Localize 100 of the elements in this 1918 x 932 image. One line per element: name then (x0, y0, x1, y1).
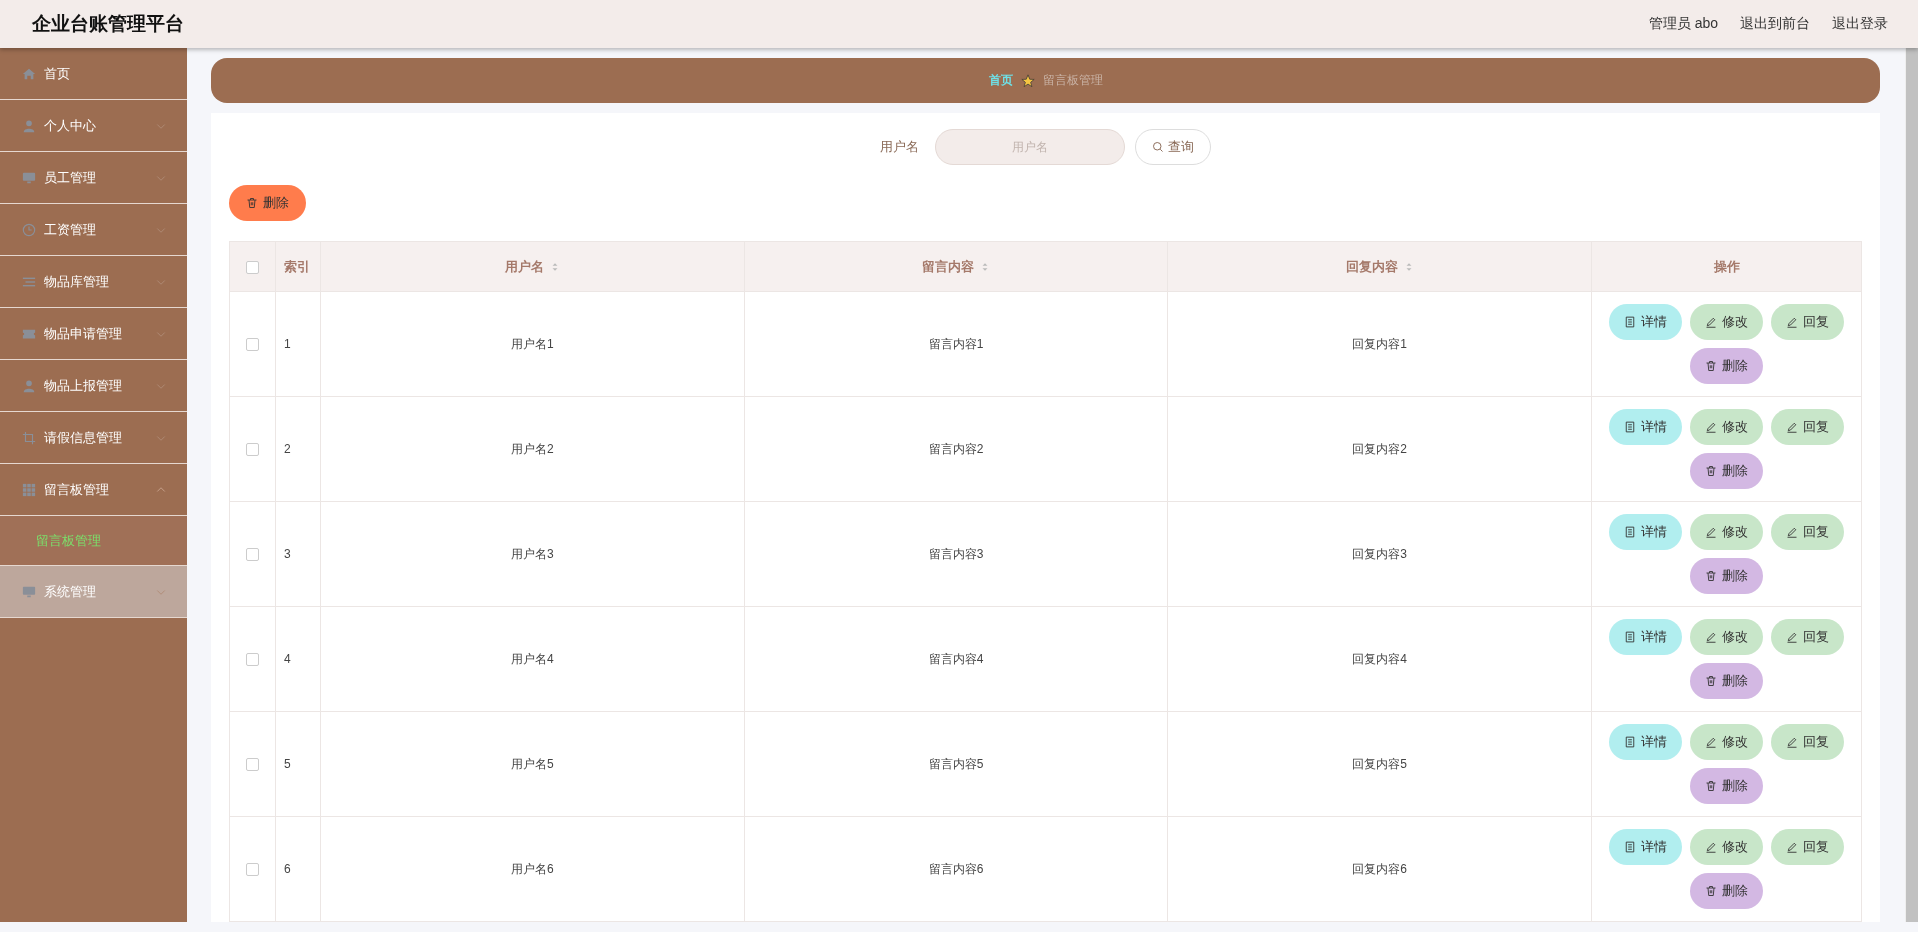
table-cell: 6 (284, 862, 291, 876)
trash-icon (1705, 570, 1717, 582)
table-cell: 回复内容3 (1352, 546, 1407, 561)
trash-icon (1705, 780, 1717, 792)
menu-item[interactable]: 工资管理 (0, 204, 187, 256)
monitor-icon (22, 170, 36, 185)
edit-button[interactable]: 修改 (1690, 409, 1763, 445)
table-cell: 用户名6 (511, 861, 554, 876)
column-header: 操作 (1713, 257, 1740, 276)
detail-button[interactable]: 详情 (1609, 619, 1682, 655)
checkbox[interactable] (246, 758, 259, 772)
table-cell: 用户名2 (511, 441, 554, 456)
delete-button[interactable]: 删除 (1690, 768, 1763, 804)
detail-button[interactable]: 详情 (1609, 304, 1682, 340)
menu-item[interactable]: 物品申请管理 (0, 308, 187, 360)
detail-button[interactable]: 详情 (1609, 829, 1682, 865)
pencil-icon (1786, 316, 1798, 328)
trash-icon (1705, 465, 1717, 477)
pencil-icon (1705, 316, 1717, 328)
table-cell: 回复内容6 (1352, 861, 1407, 876)
pencil-icon (1786, 841, 1798, 853)
menu-item[interactable]: 物品库管理 (0, 256, 187, 308)
reply-button[interactable]: 回复 (1771, 829, 1844, 865)
table-cell: 留言内容2 (928, 441, 984, 456)
reply-button[interactable]: 回复 (1771, 304, 1844, 340)
header-link[interactable]: 退出到前台 (1740, 15, 1810, 33)
detail-button[interactable]: 详情 (1609, 514, 1682, 550)
menu-item[interactable]: 个人中心 (0, 100, 187, 152)
checkbox[interactable] (246, 863, 259, 877)
delete-button[interactable]: 删除 (1690, 453, 1763, 489)
checkbox[interactable] (246, 443, 259, 457)
edit-button[interactable]: 修改 (1690, 724, 1763, 760)
checkbox[interactable] (246, 338, 259, 352)
detail-button[interactable]: 详情 (1609, 409, 1682, 445)
edit-button[interactable]: 修改 (1690, 619, 1763, 655)
table-cell: 回复内容4 (1352, 651, 1407, 666)
search-icon (1152, 141, 1164, 153)
trash-icon (1705, 885, 1717, 897)
table-cell: 回复内容5 (1352, 756, 1407, 771)
document-icon (1624, 421, 1636, 433)
delete-button[interactable]: 删除 (1690, 348, 1763, 384)
document-icon (1624, 631, 1636, 643)
document-icon (1624, 316, 1636, 328)
document-icon (1624, 841, 1636, 853)
scrollbar[interactable] (1905, 48, 1918, 922)
crop-icon (22, 430, 36, 445)
search-button[interactable]: 查询 (1135, 129, 1211, 165)
header-link[interactable]: 管理员 abo (1648, 15, 1718, 33)
pencil-icon (1705, 631, 1717, 643)
table-cell: 回复内容1 (1352, 336, 1407, 351)
column-header: 用户名 (504, 257, 544, 276)
delete-button[interactable]: 删除 (1690, 558, 1763, 594)
search-field[interactable]: 用户名 (935, 129, 1125, 165)
edit-button[interactable]: 修改 (1690, 829, 1763, 865)
table-cell: 留言内容3 (928, 546, 984, 561)
column-header: 索引 (284, 257, 310, 276)
checkbox[interactable] (246, 653, 259, 667)
person-icon (22, 378, 36, 393)
menu-item[interactable]: 首页 (0, 48, 187, 100)
document-icon (1624, 736, 1636, 748)
header-link[interactable]: 退出登录 (1832, 15, 1888, 33)
field-label: 用户名 (880, 138, 919, 156)
monitor-icon (22, 584, 36, 599)
reply-button[interactable]: 回复 (1771, 409, 1844, 445)
table-cell: 用户名1 (511, 336, 554, 351)
trash-icon (246, 197, 258, 209)
pencil-icon (1705, 841, 1717, 853)
column-header: 留言内容 (922, 257, 974, 276)
pencil-icon (1786, 526, 1798, 538)
delete-button[interactable]: 删除 (229, 185, 306, 221)
person-icon (22, 118, 36, 133)
table-cell: 留言内容4 (928, 651, 984, 666)
pencil-icon (1705, 526, 1717, 538)
table-cell: 回复内容2 (1352, 441, 1407, 456)
reply-button[interactable]: 回复 (1771, 724, 1844, 760)
reply-button[interactable]: 回复 (1771, 514, 1844, 550)
menu-item[interactable]: 请假信息管理 (0, 412, 187, 464)
trash-icon (1705, 675, 1717, 687)
clock-icon (22, 222, 36, 237)
checkbox[interactable] (246, 548, 259, 562)
menu-item[interactable]: 物品上报管理 (0, 360, 187, 412)
trash-icon (1705, 360, 1717, 372)
document-icon (1624, 526, 1636, 538)
edit-button[interactable]: 修改 (1690, 304, 1763, 340)
delete-button[interactable]: 删除 (1690, 873, 1763, 909)
table-cell: 留言内容5 (928, 756, 984, 771)
reply-button[interactable]: 回复 (1771, 619, 1844, 655)
column-header: 回复内容 (1345, 257, 1398, 276)
delete-button[interactable]: 删除 (1690, 663, 1763, 699)
menu-item[interactable]: 员工管理 (0, 152, 187, 204)
table-cell: 4 (284, 652, 291, 666)
edit-button[interactable]: 修改 (1690, 514, 1763, 550)
pencil-icon (1786, 631, 1798, 643)
star-icon (1020, 73, 1035, 88)
table-cell: 留言内容6 (928, 861, 984, 876)
detail-button[interactable]: 详情 (1609, 724, 1682, 760)
table-cell: 用户名5 (511, 756, 554, 771)
table-cell: 3 (284, 547, 291, 561)
checkbox[interactable] (246, 261, 259, 275)
pencil-icon (1786, 421, 1798, 433)
